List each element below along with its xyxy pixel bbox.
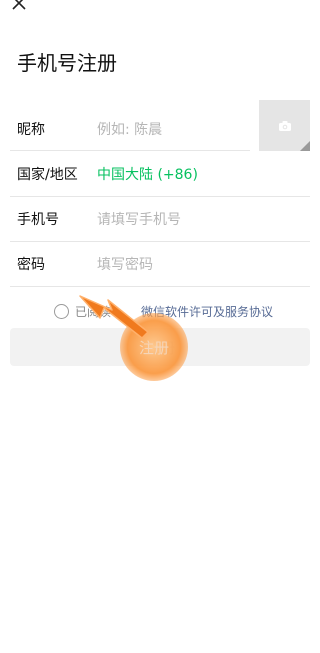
password-label: 密码 — [17, 256, 45, 273]
country-row[interactable]: 国家/地区 中国大陆 (+86) — [0, 151, 310, 196]
phone-row[interactable]: 手机号 请填写手机号 — [0, 196, 310, 241]
password-input[interactable]: 填写密码 — [97, 254, 153, 274]
agreement-checkbox[interactable] — [54, 304, 69, 319]
pointer-arrow-icon — [79, 295, 149, 339]
password-row[interactable]: 密码 填写密码 — [0, 241, 310, 286]
divider — [10, 286, 310, 287]
phone-input[interactable]: 请填写手机号 — [97, 209, 181, 229]
nickname-input[interactable]: 例如: 陈晨 — [97, 119, 162, 139]
page-title: 手机号注册 — [17, 51, 117, 75]
close-icon — [12, 0, 26, 10]
nickname-label: 昵称 — [17, 121, 45, 138]
nickname-row[interactable]: 昵称 例如: 陈晨 — [0, 106, 310, 151]
country-label: 国家/地区 — [17, 166, 78, 183]
phone-label: 手机号 — [17, 211, 59, 228]
country-value[interactable]: 中国大陆 (+86) — [97, 164, 198, 184]
close-button[interactable] — [8, 0, 30, 12]
